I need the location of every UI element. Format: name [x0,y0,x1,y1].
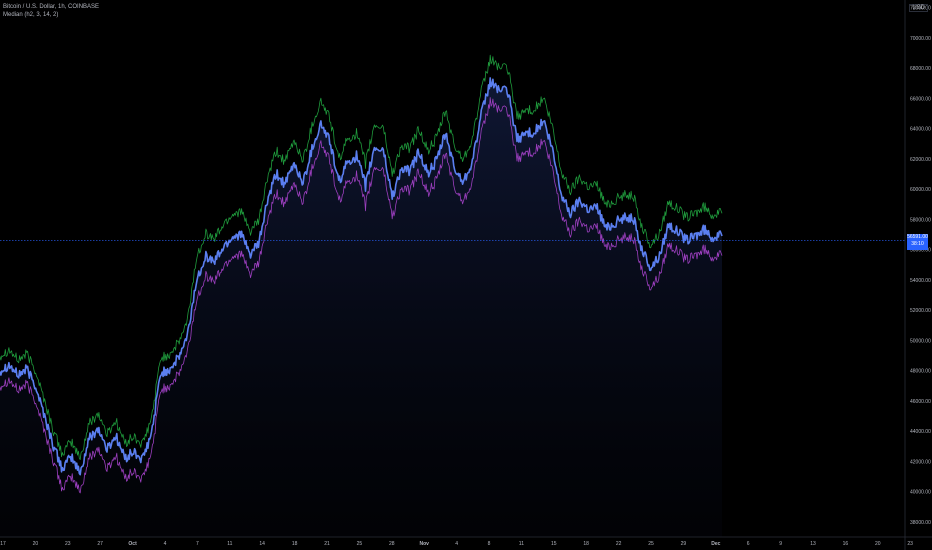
y-tick-label: 38000.00 [910,520,931,526]
x-tick-label: 13 [810,541,816,547]
x-tick-label: Nov [419,541,429,547]
x-tick-label: 16 [843,541,849,547]
x-tick-label: 22 [616,541,622,547]
y-tick-label: 40000.00 [910,490,931,496]
y-tick-label: 44000.00 [910,429,931,435]
x-tick-label: 25 [648,541,654,547]
y-tick-label: 48000.00 [910,369,931,375]
x-tick-label: 17 [0,541,6,547]
x-tick-label: 20 [33,541,39,547]
last-price-countdown: 38:10 [911,240,924,247]
x-tick-label: 18 [583,541,589,547]
y-tick-label: 50000.00 [910,338,931,344]
x-tick-label: 21 [324,541,330,547]
symbol-title[interactable]: Bitcoin / U.S. Dollar, 1h, COINBASE [3,3,99,11]
y-tick-label: 42000.00 [910,459,931,465]
x-tick-label: 29 [681,541,687,547]
x-tick-label: 28 [389,541,395,547]
y-tick-label: 68000.00 [910,66,931,72]
x-tick-label: 8 [488,541,491,547]
indicator-title[interactable]: Median (h2, 3, 14, 2) [3,11,99,19]
x-tick-label: 6 [747,541,750,547]
y-tick-label: 58000.00 [910,217,931,223]
x-tick-label: 14 [259,541,265,547]
x-tick-label: 25 [357,541,363,547]
y-tick-label: 70000.00 [910,36,931,42]
x-tick-label: 4 [455,541,458,547]
x-tick-label: 27 [97,541,103,547]
y-tick-label: 46000.00 [910,399,931,405]
x-tick-label: 11 [519,541,524,547]
x-tick-label: 11 [227,541,232,547]
y-tick-label: 60000.00 [910,187,931,193]
y-tick-label: 64000.00 [910,127,931,133]
y-tick-label: 52000.00 [910,308,931,314]
x-tick-label: 23 [65,541,71,547]
x-tick-label: 9 [779,541,782,547]
x-tick-label: 20 [875,541,881,547]
x-tick-label: 18 [292,541,298,547]
y-tick-label: 62000.00 [910,157,931,163]
x-tick-label: Dec [711,541,720,547]
x-tick-label: 15 [551,541,557,547]
currency-button[interactable]: USD [909,4,928,12]
price-chart[interactable]: 38000.00 40000.00 42000.00 44000.00 46000.00… [0,0,932,550]
x-tick-label: 4 [164,541,167,547]
last-price-value: 56591.00 [907,233,928,240]
x-tick-label: 23 [907,541,913,547]
last-price-badge: 56591.00 38:10 [907,233,928,250]
y-tick-label: 66000.00 [910,96,931,102]
y-tick-label: 54000.00 [910,278,931,284]
chart-legend: Bitcoin / U.S. Dollar, 1h, COINBASE Medi… [3,3,99,19]
x-tick-label: Oct [128,541,137,547]
x-tick-label: 7 [196,541,199,547]
